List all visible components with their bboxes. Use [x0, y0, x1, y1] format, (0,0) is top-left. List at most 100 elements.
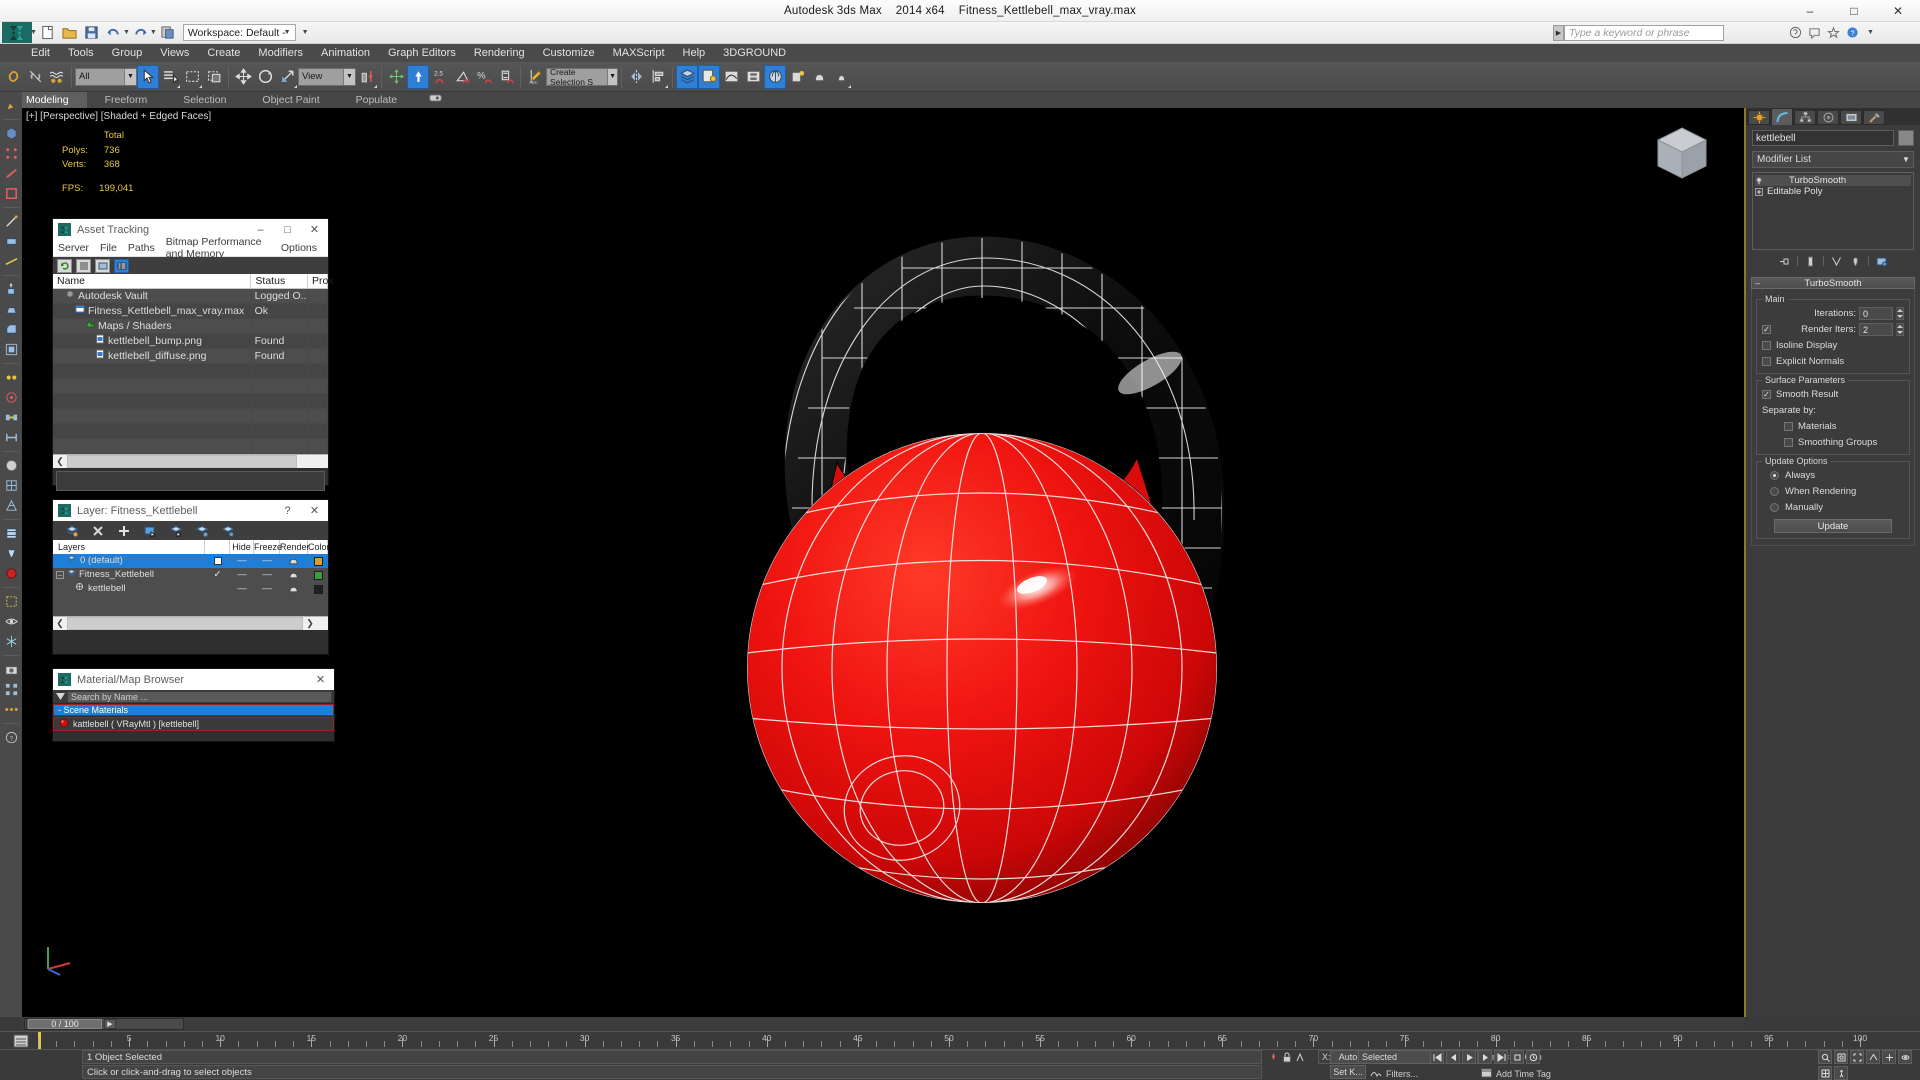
- communication-center-icon[interactable]: [1806, 24, 1823, 41]
- table-row[interactable]: Fitness_Kettlebell_max_vray.max Ok: [53, 304, 328, 319]
- hide-unhide-icon[interactable]: [2, 612, 21, 631]
- vertex-sub-object-icon[interactable]: [2, 144, 21, 163]
- connect-icon[interactable]: [2, 428, 21, 447]
- at-col-prox[interactable]: Prox: [308, 274, 334, 288]
- at-menu-options[interactable]: Options: [281, 242, 317, 254]
- scroll-right-arrow-icon[interactable]: ❯: [303, 617, 317, 630]
- object-color-swatch[interactable]: [308, 584, 328, 594]
- layer-properties-icon[interactable]: [221, 524, 234, 537]
- render-iters-checkbox[interactable]: ✓: [1762, 325, 1771, 334]
- layer-freeze-toggle[interactable]: —: [254, 568, 280, 582]
- list-item[interactable]: kattlebell ( VRayMtl ) [kettlebell]: [53, 717, 334, 731]
- qat-customize-arrow[interactable]: ▼: [302, 29, 309, 36]
- lw-col-layers[interactable]: Layers: [53, 540, 205, 554]
- isoline-display-checkbox[interactable]: [1762, 341, 1771, 350]
- open-file-icon[interactable]: [60, 23, 80, 43]
- time-configuration-icon[interactable]: [1526, 1050, 1540, 1064]
- rendered-frame-window-icon[interactable]: [808, 65, 830, 89]
- close-button[interactable]: ✕: [1876, 0, 1920, 22]
- current-layer-box-icon[interactable]: [213, 557, 222, 565]
- select-and-scale-icon[interactable]: [276, 65, 298, 89]
- play-animation-icon[interactable]: [1462, 1050, 1476, 1064]
- table-view-icon[interactable]: [114, 258, 129, 273]
- refresh-icon[interactable]: [57, 258, 72, 273]
- lightbulb-icon[interactable]: [1755, 176, 1763, 185]
- configure-modifier-sets-icon[interactable]: [1875, 255, 1888, 268]
- logo-dropdown-arrow[interactable]: ▼: [30, 29, 37, 36]
- layer-window-help-button[interactable]: ?: [274, 500, 301, 521]
- create-new-layer-icon[interactable]: [65, 524, 78, 537]
- pan-view-icon[interactable]: [1882, 1050, 1896, 1064]
- list-item[interactable]: 0 (default) — —: [53, 554, 328, 568]
- zoom-extents-icon[interactable]: [1850, 1050, 1864, 1064]
- add-selection-to-layer-icon[interactable]: [117, 524, 130, 537]
- absolute-relative-mode-icon[interactable]: [1295, 1050, 1305, 1068]
- table-row[interactable]: [53, 424, 328, 439]
- render-setup-icon[interactable]: [786, 65, 808, 89]
- menu-create[interactable]: Create: [198, 44, 249, 62]
- material-assign-icon[interactable]: [2, 564, 21, 583]
- tab-populate[interactable]: Populate: [338, 92, 415, 108]
- go-to-end-icon[interactable]: [1494, 1050, 1508, 1064]
- table-row[interactable]: Maps / Shaders: [53, 319, 329, 334]
- render-iters-spinner[interactable]: [1896, 323, 1904, 336]
- search-expander-icon[interactable]: ▶: [1553, 25, 1564, 41]
- edge-sub-object-icon[interactable]: [2, 164, 21, 183]
- menu-rendering[interactable]: Rendering: [465, 44, 534, 62]
- edit-named-selection-sets-icon[interactable]: ABC: [524, 65, 546, 89]
- next-frame-icon[interactable]: [1478, 1050, 1492, 1064]
- layer-hide-toggle[interactable]: —: [230, 554, 254, 568]
- frame-ruler[interactable]: 5 10 15 20 25 30 35 40 45 50 55 60 65 70 75 80 85 90 95 100: [38, 1032, 1920, 1050]
- unlink-selection-icon[interactable]: [24, 65, 46, 89]
- pin-stack-icon[interactable]: [1778, 255, 1791, 268]
- lock-icon[interactable]: [1282, 1050, 1292, 1068]
- window-crossing-toggle-icon[interactable]: [203, 65, 225, 89]
- hierarchy-tab-icon[interactable]: [1794, 110, 1816, 125]
- smooth-result-checkbox[interactable]: ✓: [1762, 390, 1771, 399]
- select-and-rotate-icon[interactable]: [254, 65, 276, 89]
- layer-horizontal-scrollbar[interactable]: ❮ ❯: [53, 616, 328, 630]
- table-row[interactable]: [53, 379, 328, 394]
- save-icon[interactable]: [82, 23, 102, 43]
- at-menu-file[interactable]: File: [100, 242, 117, 254]
- current-layer-check-icon[interactable]: ✓: [205, 568, 230, 582]
- filter-dropdown-icon[interactable]: [53, 693, 67, 700]
- ribbon-display-icon[interactable]: [429, 90, 442, 108]
- percent-snap-25-icon[interactable]: 2.5: [429, 65, 451, 89]
- reference-coordinate-system-dropdown[interactable]: View ▼: [298, 67, 356, 86]
- snapshot-icon[interactable]: [2, 660, 21, 679]
- spacing-tool-icon[interactable]: [2, 700, 21, 719]
- chamfer-icon[interactable]: [2, 320, 21, 339]
- select-highlighted-layers-icon[interactable]: [169, 524, 182, 537]
- material-editor-icon[interactable]: [764, 64, 786, 89]
- undo-icon[interactable]: [104, 23, 124, 43]
- uvw-map-icon[interactable]: [2, 524, 21, 543]
- lw-col-freeze[interactable]: Freeze: [254, 540, 282, 554]
- object-freeze-toggle[interactable]: —: [254, 582, 280, 596]
- redo-icon[interactable]: [131, 23, 151, 43]
- select-and-move-icon[interactable]: [232, 65, 254, 89]
- smoothing-groups-checkbox[interactable]: [1784, 438, 1793, 447]
- help-dropdown-arrow[interactable]: ▼: [1863, 24, 1880, 41]
- cut-tool-icon[interactable]: [2, 212, 21, 231]
- list-item[interactable]: – Fitness_Kettlebell ✓ — —: [53, 568, 328, 582]
- select-object-icon[interactable]: [137, 64, 159, 89]
- asset-tracking-maximize-button[interactable]: □: [274, 219, 301, 240]
- menu-help[interactable]: Help: [674, 44, 715, 62]
- modifier-list-dropdown[interactable]: Modifier List ▼: [1752, 151, 1914, 168]
- tab-selection[interactable]: Selection: [165, 92, 244, 108]
- always-radio[interactable]: [1770, 471, 1779, 480]
- field-of-view-icon[interactable]: [1866, 1050, 1880, 1064]
- object-color-swatch[interactable]: [1898, 130, 1914, 146]
- inset-icon[interactable]: [2, 340, 21, 359]
- rectangular-selection-region-icon[interactable]: [181, 65, 203, 89]
- lw-col-render[interactable]: Render: [280, 540, 310, 554]
- object-render-toggle[interactable]: [280, 585, 308, 594]
- schematic-view-icon[interactable]: [742, 65, 764, 89]
- menu-customize[interactable]: Customize: [534, 44, 604, 62]
- rollout-header[interactable]: – TurboSmooth: [1751, 277, 1915, 289]
- track-bar[interactable]: 5 10 15 20 25 30 35 40 45 50 55 60 65 70 75 80 85 90 95 100: [0, 1031, 1920, 1050]
- select-by-name-icon[interactable]: [159, 65, 181, 89]
- modifier-stack-item[interactable]: Editable Poly: [1755, 186, 1911, 197]
- redo-dropdown-arrow[interactable]: ▼: [150, 29, 157, 36]
